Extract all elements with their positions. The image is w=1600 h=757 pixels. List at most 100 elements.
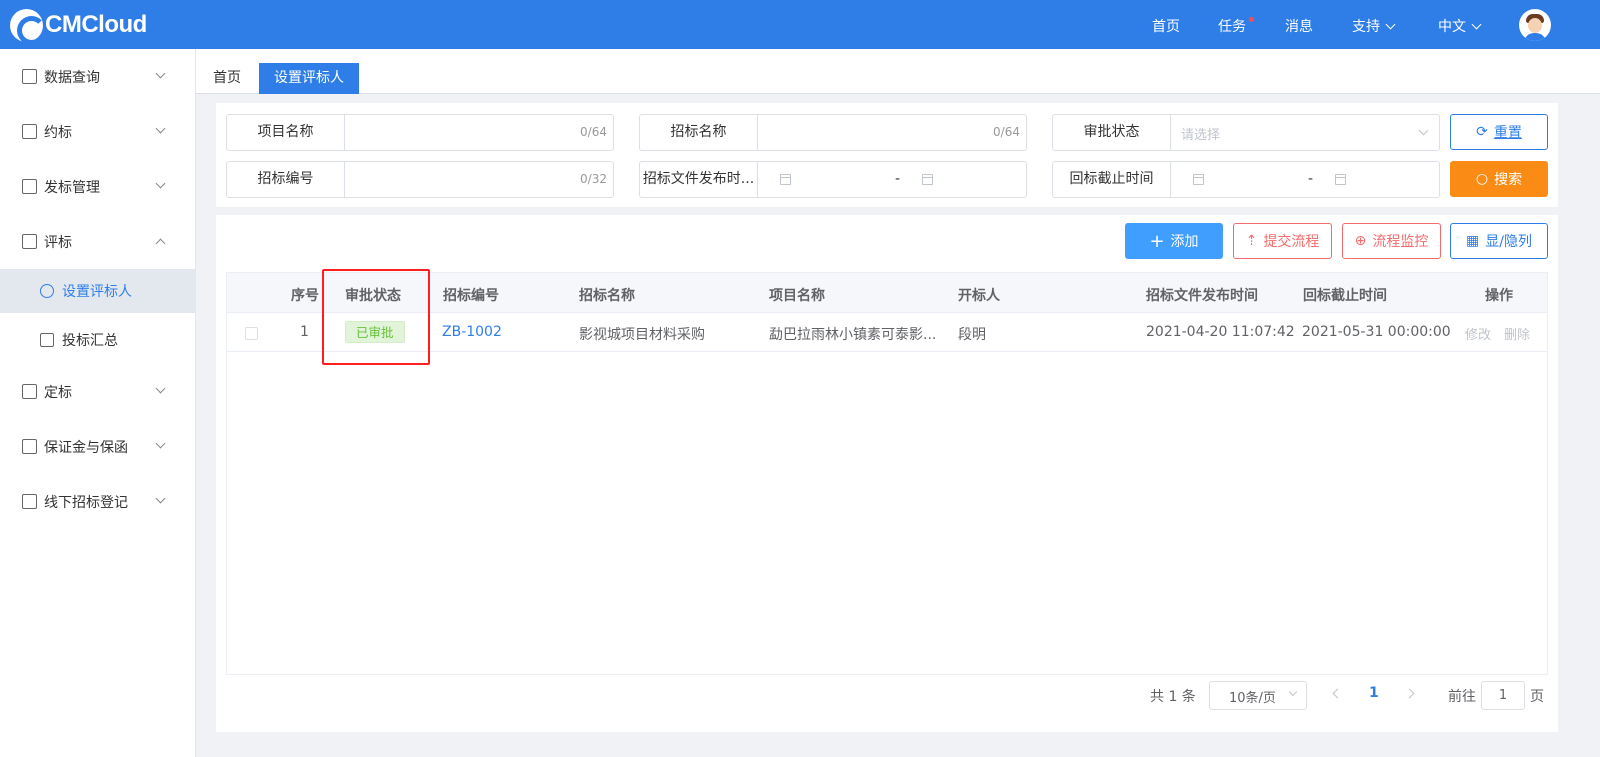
user-settings-icon (40, 284, 54, 298)
cell-bid-name: 影视城项目材料采购 (579, 327, 705, 343)
org-chart-icon (22, 439, 37, 454)
sidebar-item-deposit-guarantee[interactable]: 保证金与保函 (0, 425, 195, 469)
toggle-columns-label: 显/隐列 (1485, 234, 1532, 250)
cell-opener: 段明 (958, 327, 986, 343)
cell-deadline: 2021-05-31 00:00:00 (1302, 324, 1451, 340)
bid-number-field[interactable]: 招标编号 0/32 (226, 161, 614, 198)
sidebar-subitem-bid-summary[interactable]: 投标汇总 (0, 318, 195, 362)
chevron-down-icon (155, 123, 166, 134)
nav-support[interactable]: 支持 (1352, 16, 1396, 36)
logo-icon (10, 8, 46, 45)
approval-status-select[interactable]: 审批状态 请选择 (1052, 114, 1440, 151)
row-checkbox[interactable] (245, 327, 258, 340)
grid-icon: ▦ (1466, 233, 1480, 249)
avatar-body (1524, 33, 1546, 41)
search-icon: ○ (1475, 171, 1489, 187)
delete-button[interactable]: 删除 (1504, 324, 1530, 343)
publish-time-range[interactable]: 招标文件发布时... - (639, 161, 1027, 198)
upload-icon: ⇡ (1245, 233, 1258, 249)
sidebar-subitem-label: 设置评标人 (62, 284, 132, 300)
field-label: 招标名称 (640, 115, 758, 150)
range-separator: - (1308, 171, 1314, 187)
hand-icon (22, 384, 37, 399)
sidebar-subitem-set-evaluator[interactable]: 设置评标人 (0, 269, 195, 313)
column-header-actions: 操作 (1485, 288, 1513, 304)
sidebar-item-bid-issue[interactable]: 发标管理 (0, 165, 195, 209)
layers-icon (22, 494, 37, 509)
sidebar-item-offline-registration[interactable]: 线下招标登记 (0, 480, 195, 524)
chevron-down-icon (155, 383, 166, 394)
nav-support-label: 支持 (1352, 19, 1380, 35)
highlight-box (322, 269, 430, 365)
chevron-down-icon (1418, 125, 1429, 136)
notification-dot (1249, 17, 1254, 22)
calendar-icon (780, 174, 791, 185)
sidebar: 数据查询 约标 发标管理 评标 设置评标人 投标汇总 定标 保证金与保函 线下招… (0, 49, 196, 757)
calendar-icon (1193, 174, 1204, 185)
document-icon (22, 179, 37, 194)
calendar-icon (922, 174, 933, 185)
column-header-bid-name: 招标名称 (579, 288, 635, 304)
nav-language[interactable]: 中文 (1438, 16, 1482, 36)
tabs-bar: 首页 设置评标人 (196, 49, 1600, 94)
char-count: 0/32 (580, 172, 607, 186)
calendar-icon (1335, 174, 1346, 185)
plus-icon: + (1149, 230, 1165, 252)
column-header-publish-time: 招标文件发布时间 (1146, 288, 1258, 304)
chevron-down-icon (155, 178, 166, 189)
sidebar-item-label: 保证金与保函 (44, 440, 128, 456)
sidebar-item-label: 发标管理 (44, 180, 100, 196)
goto-label: 前往 (1448, 689, 1476, 705)
nav-messages[interactable]: 消息 (1285, 16, 1313, 36)
tab-home[interactable]: 首页 (198, 63, 256, 94)
submit-flow-label: 提交流程 (1263, 234, 1320, 250)
nav-tasks[interactable]: 任务 (1218, 16, 1246, 36)
sidebar-item-label: 评标 (44, 235, 72, 251)
submit-flow-button[interactable]: ⇡ 提交流程 (1233, 223, 1332, 259)
sidebar-item-label: 数据查询 (44, 70, 100, 86)
sidebar-item-award[interactable]: 定标 (0, 370, 195, 414)
clipboard-check-icon (22, 234, 37, 249)
sidebar-item-label: 线下招标登记 (44, 495, 128, 511)
flow-monitor-button[interactable]: ⊕ 流程监控 (1342, 223, 1441, 259)
chevron-up-icon (155, 238, 166, 249)
page-size-select[interactable]: 10条/页 (1209, 681, 1307, 710)
search-button[interactable]: ○ 搜索 (1450, 161, 1548, 197)
current-page-number[interactable]: 1 (1369, 685, 1379, 701)
cell-project-name: 勐巴拉雨林小镇素可泰影... (769, 327, 937, 343)
chevron-down-icon (155, 68, 166, 79)
goto-page-input[interactable]: 1 (1481, 681, 1525, 710)
deadline-range[interactable]: 回标截止时间 - (1052, 161, 1440, 198)
sidebar-item-bid-evaluation[interactable]: 评标 (0, 220, 195, 264)
add-button[interactable]: + 添加 (1125, 223, 1223, 259)
column-header-deadline: 回标截止时间 (1303, 288, 1387, 304)
field-label: 审批状态 (1053, 115, 1171, 150)
project-name-field[interactable]: 项目名称 0/64 (226, 114, 614, 151)
select-placeholder: 请选择 (1181, 128, 1221, 143)
reset-button[interactable]: ⟳ 重置 (1450, 114, 1548, 150)
column-header-index: 序号 (291, 288, 319, 304)
add-button-label: 添加 (1170, 234, 1199, 250)
top-navbar: CMCloud 首页 任务 消息 支持 中文 (0, 0, 1600, 49)
edit-button[interactable]: 修改 (1465, 324, 1491, 343)
sidebar-item-invite-bid[interactable]: 约标 (0, 110, 195, 154)
flow-monitor-label: 流程监控 (1372, 234, 1429, 250)
sidebar-item-data-query[interactable]: 数据查询 (0, 55, 195, 99)
chevron-down-icon (1385, 19, 1396, 30)
sidebar-item-label: 定标 (44, 385, 72, 401)
field-label: 项目名称 (227, 115, 345, 150)
bid-name-field[interactable]: 招标名称 0/64 (639, 114, 1027, 151)
logo[interactable]: CMCloud (10, 8, 147, 45)
field-label: 招标文件发布时... (640, 162, 758, 197)
user-avatar[interactable] (1519, 9, 1551, 41)
column-header-opener: 开标人 (958, 288, 1000, 304)
chevron-down-icon (1288, 687, 1298, 697)
tab-set-evaluator[interactable]: 设置评标人 (259, 63, 359, 94)
nav-home[interactable]: 首页 (1152, 16, 1180, 36)
cell-index: 1 (300, 324, 309, 340)
chevron-down-icon (155, 493, 166, 504)
sidebar-subitem-label: 投标汇总 (62, 333, 118, 349)
logo-text: CMCloud (45, 11, 147, 38)
toggle-columns-button[interactable]: ▦ 显/隐列 (1450, 223, 1548, 259)
bid-number-link[interactable]: ZB-1002 (442, 324, 502, 340)
